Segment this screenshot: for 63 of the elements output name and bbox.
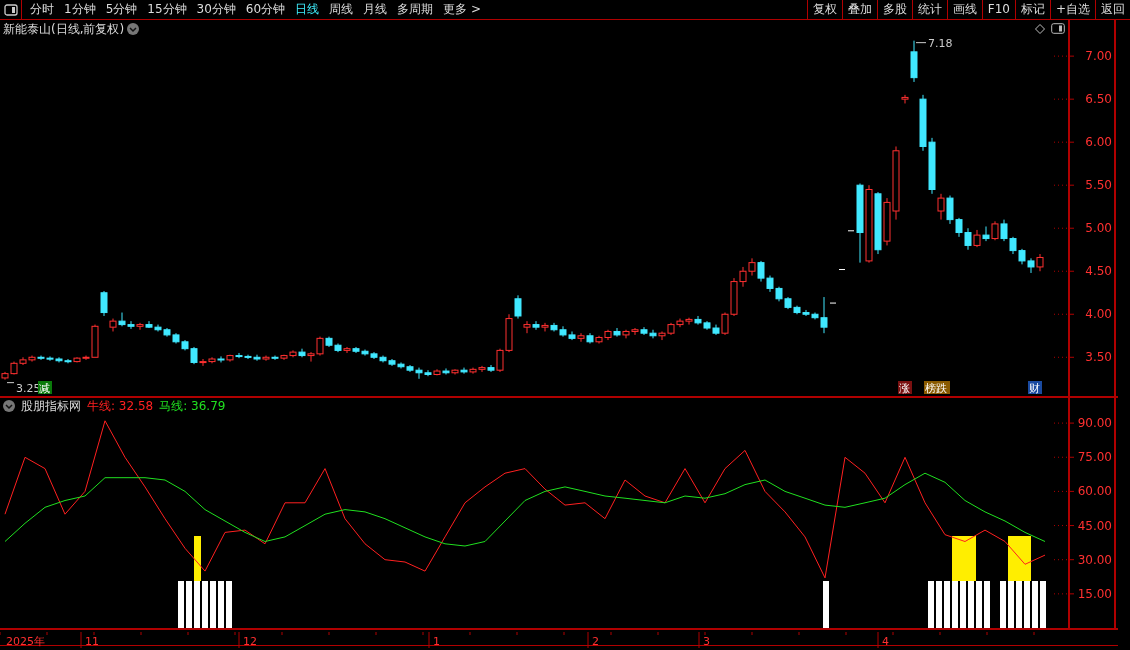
axis-label: 30.00 <box>1077 552 1112 567</box>
dropdown-icon[interactable] <box>127 22 140 35</box>
axis-label: 15.00 <box>1077 586 1112 601</box>
chart-title: 新能泰山(日线,前复权) <box>3 20 125 38</box>
date-label: 2025年 <box>6 634 45 648</box>
period-tab[interactable]: 月线 <box>358 0 393 19</box>
date-label: 1 <box>433 634 440 648</box>
period-tab[interactable]: 5分钟 <box>100 0 143 19</box>
axis-label: 45.00 <box>1077 518 1112 533</box>
date-label: 11 <box>85 634 99 648</box>
candlestick <box>982 226 990 242</box>
candlestick <box>136 322 144 331</box>
period-tab[interactable]: 多周期 <box>392 0 439 19</box>
candlestick <box>937 193 945 221</box>
candlestick <box>577 332 585 343</box>
axis-label: 6.00 <box>1085 135 1112 150</box>
legend-value: : 32.58 <box>111 398 154 415</box>
candlestick <box>523 320 531 334</box>
candlestick <box>442 367 450 375</box>
axis-label: 3.50 <box>1085 350 1112 365</box>
axis-label: 60.00 <box>1077 484 1112 499</box>
date-label: 4 <box>882 634 889 648</box>
axis-label: 90.00 <box>1077 416 1112 431</box>
event-marker[interactable]: 榜跌 <box>924 381 950 395</box>
period-tab[interactable]: 日线 <box>290 0 325 19</box>
axis-label: 7.00 <box>1085 49 1112 64</box>
candlestick <box>271 355 279 361</box>
candlestick <box>991 220 999 241</box>
axis-label: 4.50 <box>1085 264 1112 279</box>
period-tab[interactable]: 更多 > <box>438 0 486 19</box>
period-tab[interactable]: 15分钟 <box>142 0 192 19</box>
date-label: 12 <box>243 634 257 648</box>
panel-toggle-icon[interactable] <box>3 3 18 16</box>
axis-label: 5.50 <box>1085 178 1112 193</box>
axis-label: 4.00 <box>1085 307 1112 322</box>
period-tab[interactable]: 30分钟 <box>191 0 241 19</box>
high-price-label: 7.18 <box>915 37 953 50</box>
axis-label: 5.00 <box>1085 221 1112 236</box>
event-marker[interactable]: 财 <box>1028 381 1042 395</box>
panel-toggle-icon[interactable] <box>1051 23 1065 34</box>
period-tab[interactable]: 分时 <box>25 0 59 19</box>
axis-label: 6.50 <box>1085 92 1112 107</box>
legend-value: : 36.79 <box>183 398 226 415</box>
candlestick <box>100 290 108 317</box>
candlestick <box>343 346 351 354</box>
date-label: 2 <box>592 634 599 648</box>
axis-label: 75.00 <box>1077 450 1112 465</box>
event-marker[interactable]: 减 <box>38 381 52 395</box>
candlestick <box>217 355 225 363</box>
diamond-icon[interactable] <box>1035 23 1045 34</box>
candlestick <box>460 367 468 375</box>
legend-name: 牛线 <box>87 398 111 415</box>
period-tab[interactable]: 1分钟 <box>59 0 101 19</box>
date-label: 3 <box>703 634 710 648</box>
indicator-name: 股朋指标网 <box>21 398 81 415</box>
candlestick <box>901 94 909 104</box>
candlestick <box>541 322 549 332</box>
period-tab[interactable]: 周线 <box>324 0 359 19</box>
period-tab[interactable]: 60分钟 <box>240 0 291 19</box>
candlestick <box>532 320 540 331</box>
dropdown-icon[interactable] <box>3 400 15 412</box>
event-marker[interactable]: 涨 <box>898 381 912 395</box>
candlestick <box>514 294 522 320</box>
